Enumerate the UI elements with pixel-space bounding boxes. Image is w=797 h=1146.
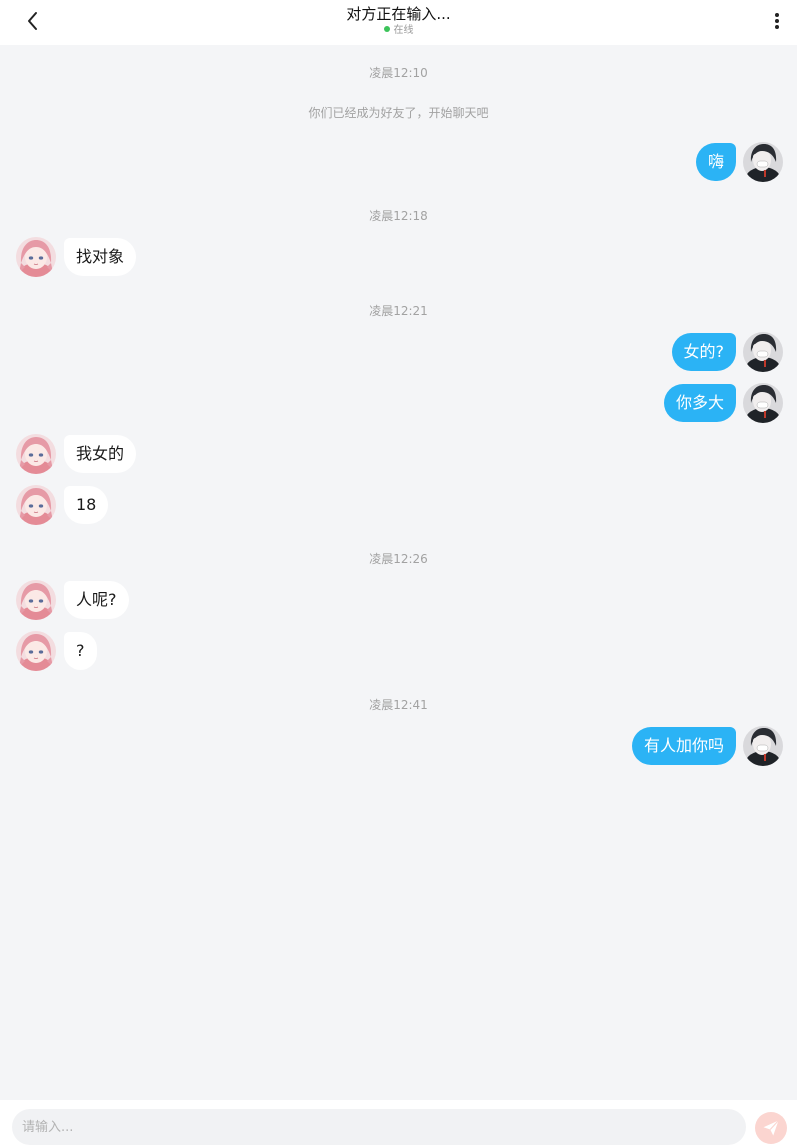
message-bubble-received[interactable]: 找对象: [64, 238, 137, 276]
more-button[interactable]: [765, 6, 789, 36]
message-bubble-received[interactable]: 18: [64, 486, 109, 524]
message-row-received: 18: [0, 485, 797, 525]
contact-avatar[interactable]: [16, 434, 56, 474]
message-row-received: 找对象: [0, 237, 797, 277]
message-row-sent: 有人加你吗: [0, 726, 797, 766]
message-bubble-sent[interactable]: 嗨: [695, 143, 736, 181]
timestamp: 凌晨12:10: [369, 66, 428, 80]
send-button[interactable]: [755, 1112, 787, 1144]
online-status-label: 在线: [393, 25, 414, 36]
my-avatar[interactable]: [743, 142, 783, 182]
contact-avatar[interactable]: [16, 485, 56, 525]
message-row-received: ?: [0, 631, 797, 671]
more-vertical-icon: [775, 13, 779, 29]
message-row-received: 我女的: [0, 434, 797, 474]
message-row-sent: 你多大: [0, 383, 797, 423]
chat-header: 对方正在输入... 在线: [0, 0, 797, 45]
message-bubble-sent[interactable]: 你多大: [663, 384, 736, 422]
message-bubble-received[interactable]: ?: [64, 632, 97, 670]
message-list[interactable]: 凌晨12:10 你们已经成为好友了，开始聊天吧 嗨 凌晨12:18 找对象 凌晨…: [0, 45, 797, 1100]
message-bubble-sent[interactable]: 女的?: [671, 333, 736, 371]
my-avatar[interactable]: [743, 726, 783, 766]
message-bubble-sent[interactable]: 有人加你吗: [631, 727, 736, 765]
my-avatar[interactable]: [743, 383, 783, 423]
chat-title: 对方正在输入...: [346, 5, 451, 23]
timestamp: 凌晨12:18: [369, 209, 428, 223]
message-bubble-received[interactable]: 人呢?: [64, 581, 129, 619]
message-row-received: 人呢?: [0, 580, 797, 620]
timestamp: 凌晨12:21: [369, 304, 428, 318]
message-row-sent: 嗨: [0, 142, 797, 182]
timestamp: 凌晨12:41: [369, 698, 428, 712]
message-input[interactable]: [12, 1109, 746, 1145]
online-status: 在线: [0, 25, 797, 37]
contact-avatar[interactable]: [16, 237, 56, 277]
contact-avatar[interactable]: [16, 580, 56, 620]
message-row-sent: 女的?: [0, 332, 797, 372]
timestamp: 凌晨12:26: [369, 552, 428, 566]
chat-title-area: 对方正在输入... 在线: [0, 4, 797, 37]
message-bubble-received[interactable]: 我女的: [64, 435, 137, 473]
my-avatar[interactable]: [743, 332, 783, 372]
contact-avatar[interactable]: [16, 631, 56, 671]
system-message: 你们已经成为好友了，开始聊天吧: [308, 106, 489, 120]
paper-plane-icon: [763, 1120, 779, 1136]
composer-bar: [0, 1100, 797, 1146]
online-dot-icon: [383, 26, 390, 32]
